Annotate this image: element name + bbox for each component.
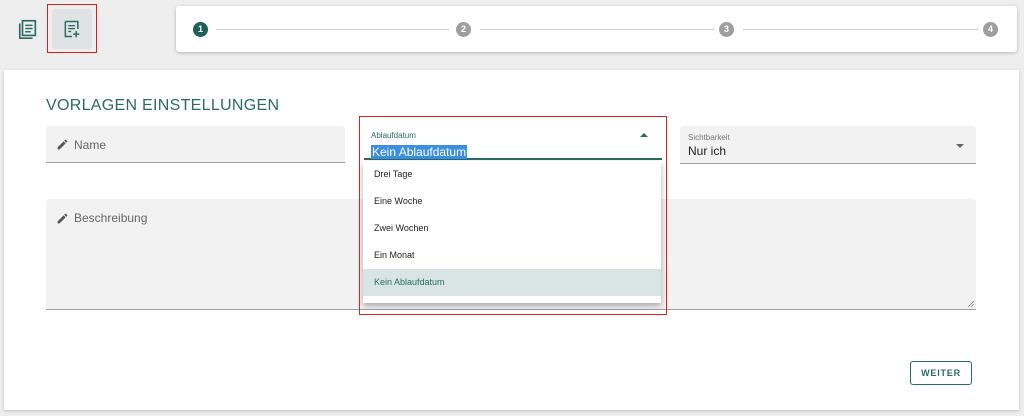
next-button[interactable]: WEITER [910, 361, 972, 385]
highlight-new-template [47, 4, 97, 53]
step-connector [480, 29, 714, 30]
step-4[interactable]: 4 [983, 22, 998, 37]
name-field[interactable]: Name [46, 126, 345, 163]
step-connector [216, 29, 449, 30]
pencil-icon [57, 213, 68, 224]
page-title: VORLAGEN EINSTELLUNGEN [46, 97, 280, 114]
description-placeholder: Beschreibung [74, 211, 148, 225]
step-1[interactable]: 1 [193, 22, 208, 37]
highlight-expiry-select [359, 116, 667, 315]
visibility-select[interactable]: Sichtbarkeit Nur ich [680, 126, 976, 164]
template-settings-card: VORLAGEN EINSTELLUNGEN Name Sichtbarkeit… [4, 70, 1019, 410]
stepper: 1 2 3 4 [176, 6, 1017, 52]
pencil-icon [57, 139, 68, 150]
step-2[interactable]: 2 [456, 22, 471, 37]
templates-list-button[interactable] [8, 9, 48, 49]
visibility-value: Nur ich [688, 144, 727, 158]
resize-handle-icon[interactable] [968, 301, 974, 307]
list-document-icon [18, 19, 37, 39]
visibility-label: Sichtbarkeit [688, 133, 730, 142]
chevron-down-icon [956, 144, 964, 148]
step-3[interactable]: 3 [719, 22, 734, 37]
step-connector [743, 29, 978, 30]
name-placeholder: Name [74, 138, 107, 152]
